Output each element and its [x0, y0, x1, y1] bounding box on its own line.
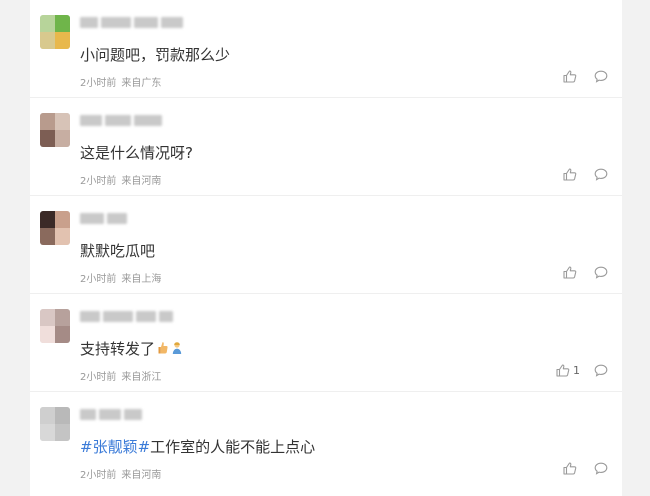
username-blurred[interactable] [80, 115, 162, 127]
comment-time: 2小时前 [80, 470, 117, 481]
avatar[interactable] [40, 407, 70, 441]
thumbs-up-icon [563, 462, 577, 475]
comment-text: 支持转发了 [80, 338, 183, 359]
comment-bubble-icon [594, 266, 608, 279]
comment-item: 小问题吧，罚款那么少 2小时前 来自广东 [30, 0, 622, 98]
comment-actions [563, 70, 608, 83]
comment-location: 来自河南 [121, 470, 162, 481]
like-count: 1 [573, 364, 580, 377]
comment-location: 来自广东 [121, 78, 162, 89]
comment-feed: 小问题吧，罚款那么少 2小时前 来自广东 这是什么情况呀? 2小时前 来自河南 … [30, 0, 622, 496]
username-blurred[interactable] [80, 311, 173, 323]
comment-location: 来自河南 [121, 176, 162, 187]
comment-bubble-icon [594, 364, 608, 377]
page: 小问题吧，罚款那么少 2小时前 来自广东 这是什么情况呀? 2小时前 来自河南 … [0, 0, 650, 496]
reply-button[interactable] [594, 266, 608, 279]
hashtag-link[interactable]: #张靓颖# [80, 438, 150, 456]
like-button[interactable]: 1 [556, 364, 580, 377]
reply-button[interactable] [594, 70, 608, 83]
avatar[interactable] [40, 113, 70, 147]
like-button[interactable] [563, 168, 580, 181]
comment-time: 2小时前 [80, 78, 117, 89]
comment-time: 2小时前 [80, 274, 117, 285]
person-emoji [171, 341, 183, 359]
like-button[interactable] [563, 266, 580, 279]
comment-item: 支持转发了 2小时前 来自浙江 1 [30, 294, 622, 392]
comment-text: #张靓颖#工作室的人能不能上点心 [80, 436, 315, 457]
comment-item: 默默吃瓜吧 2小时前 来自上海 [30, 196, 622, 294]
like-button[interactable] [563, 70, 580, 83]
comment-location: 来自浙江 [121, 372, 162, 383]
comment-meta: 2小时前 来自广东 [80, 74, 161, 89]
reply-button[interactable] [594, 364, 608, 377]
thumbs-up-icon [556, 364, 570, 377]
avatar[interactable] [40, 211, 70, 245]
avatar[interactable] [40, 309, 70, 343]
comment-item: #张靓颖#工作室的人能不能上点心 2小时前 来自河南 [30, 392, 622, 489]
username-blurred[interactable] [80, 17, 183, 29]
comment-location: 来自上海 [121, 274, 162, 285]
username-blurred[interactable] [80, 213, 127, 225]
username-blurred[interactable] [80, 409, 142, 421]
comment-meta: 2小时前 来自浙江 [80, 368, 161, 383]
thumb-emoji [157, 341, 169, 359]
avatar[interactable] [40, 15, 70, 49]
comment-text: 默默吃瓜吧 [80, 242, 156, 260]
comment-meta: 2小时前 来自河南 [80, 466, 161, 481]
reply-button[interactable] [594, 462, 608, 475]
thumbs-up-icon [563, 168, 577, 181]
thumbs-up-icon [563, 70, 577, 83]
comment-bubble-icon [594, 70, 608, 83]
reply-button[interactable] [594, 168, 608, 181]
comment-meta: 2小时前 来自上海 [80, 270, 161, 285]
comment-bubble-icon [594, 462, 608, 475]
comment-text: 这是什么情况呀? [80, 144, 193, 162]
comment-time: 2小时前 [80, 372, 117, 383]
comment-text-body: 支持转发了 [80, 340, 156, 358]
comment-actions [563, 462, 608, 475]
comment-text: 小问题吧，罚款那么少 [80, 46, 231, 64]
comment-time: 2小时前 [80, 176, 117, 187]
like-button[interactable] [563, 462, 580, 475]
comment-actions [563, 168, 608, 181]
comment-text-body: 工作室的人能不能上点心 [150, 438, 316, 456]
comment-actions: 1 [556, 364, 608, 377]
comment-meta: 2小时前 来自河南 [80, 172, 161, 187]
comment-item: 这是什么情况呀? 2小时前 来自河南 [30, 98, 622, 196]
thumbs-up-icon [563, 266, 577, 279]
comment-actions [563, 266, 608, 279]
comment-bubble-icon [594, 168, 608, 181]
